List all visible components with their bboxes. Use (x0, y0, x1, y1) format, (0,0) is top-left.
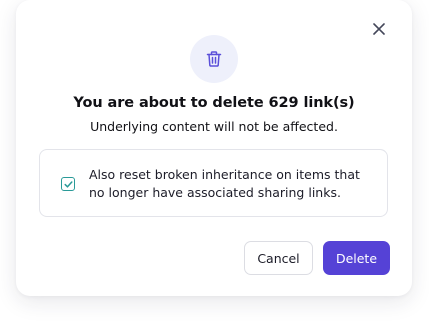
icon-badge (190, 35, 238, 83)
cancel-button[interactable]: Cancel (244, 241, 313, 275)
delete-button[interactable]: Delete (323, 241, 390, 275)
delete-links-dialog: You are about to delete 629 link(s) Unde… (16, 0, 412, 296)
reset-inheritance-checkbox[interactable] (61, 177, 75, 191)
reset-inheritance-label: Also reset broken inheritance on items t… (89, 167, 360, 200)
reset-inheritance-option: Also reset broken inheritance on items t… (39, 149, 388, 217)
dialog-subtitle: Underlying content will not be affected. (90, 119, 338, 134)
checkmark-icon (63, 180, 73, 188)
close-button[interactable] (370, 20, 388, 38)
close-icon (373, 23, 385, 35)
dialog-title: You are about to delete 629 link(s) (73, 95, 355, 111)
trash-icon (206, 51, 222, 67)
